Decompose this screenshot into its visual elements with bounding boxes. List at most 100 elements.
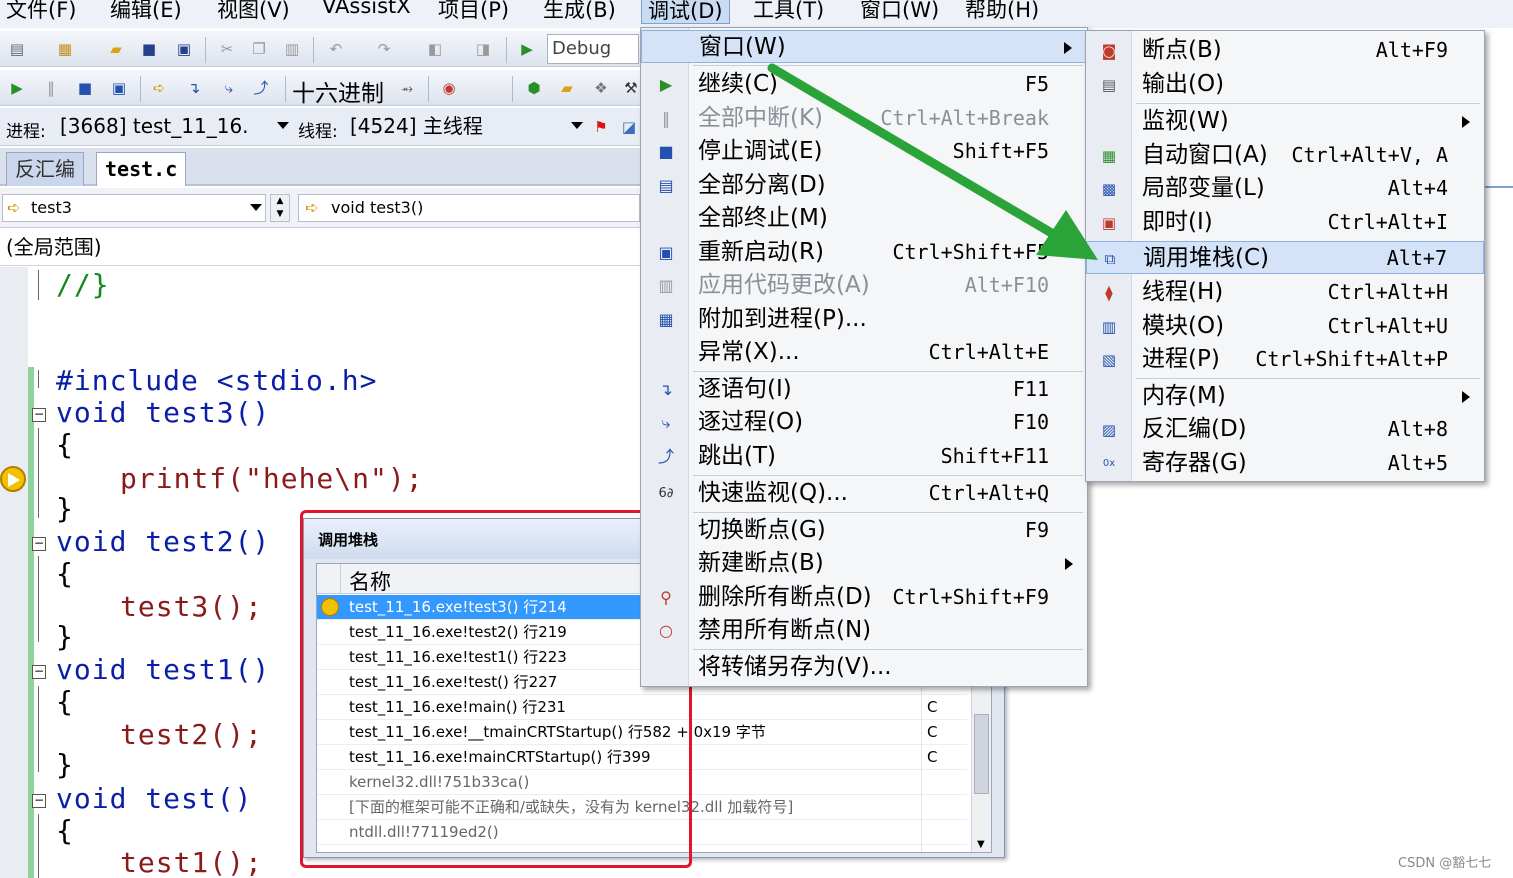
code-line: } <box>56 620 74 653</box>
window-menu-item-call-stack[interactable]: ⧉ 调用堆栈(C) Alt+7 <box>1086 241 1484 274</box>
window-menu-item-autos[interactable]: ▦ 自动窗口(A) Ctrl+Alt+V, A <box>1086 139 1484 172</box>
menu-help[interactable]: 帮助(H) <box>965 0 1039 24</box>
break-all-icon[interactable]: ‖ <box>42 79 60 97</box>
hex-display-button[interactable]: 十六进制 <box>292 74 384 108</box>
watch-icon[interactable]: ⬢ <box>525 79 543 97</box>
fold-toggle[interactable]: − <box>32 794 46 808</box>
scope-bar[interactable]: (全局范围) <box>0 230 640 266</box>
registers-icon: 0x <box>1102 458 1116 469</box>
menu-edit[interactable]: 编辑(E) <box>110 0 182 24</box>
code-line: void test1() <box>56 653 271 686</box>
code-line: { <box>56 814 74 847</box>
submenu-arrow-icon <box>1462 391 1470 403</box>
step-into-icon[interactable]: ↴ <box>185 79 203 97</box>
save-all-icon[interactable]: ▣ <box>175 40 193 58</box>
code-line: test3(); <box>120 590 263 623</box>
window-menu-item-modules[interactable]: ▥ 模块(O) Ctrl+Alt+U <box>1086 310 1484 343</box>
code-line: { <box>56 685 74 718</box>
menu-tools[interactable]: 工具(T) <box>753 0 824 24</box>
annotation-arrow <box>767 63 1098 260</box>
window-menu-item-watch[interactable]: 监视(W) <box>1086 105 1484 138</box>
process-combo[interactable]: [3668] test_11_16. <box>56 112 292 142</box>
debug-menu-item-step-out[interactable]: ⤴ 跳出(T) Shift+F11 <box>641 440 1087 473</box>
menu-build[interactable]: 生成(B) <box>543 0 616 24</box>
code-line: test1(); <box>120 846 263 878</box>
annotation-arrow-head <box>1036 210 1098 260</box>
save-icon[interactable]: ■ <box>140 40 158 58</box>
window-menu-item-output[interactable]: ▤ 输出(O) <box>1086 68 1484 101</box>
undo-icon[interactable]: ↶ <box>327 40 345 58</box>
member-combo[interactable]: ➪ void test3() <box>298 194 640 222</box>
code-line: test2(); <box>120 718 263 751</box>
navigate-icon[interactable]: ◧ <box>426 40 444 58</box>
tools-icon[interactable]: ⚒ <box>622 79 640 97</box>
add-item-icon[interactable]: ▦ <box>56 40 74 58</box>
debug-menu-item-apply-code-changes[interactable]: ▥ 应用代码更改(A) Alt+F10 <box>641 269 1087 302</box>
navigate-forward-icon[interactable]: ◨ <box>474 40 492 58</box>
window-menu-item-immediate[interactable]: ▣ 即时(I) Ctrl+Alt+I <box>1086 206 1484 239</box>
locals-icon[interactable]: ▰ <box>558 79 576 97</box>
toggle-breakpoint-icon[interactable]: ⥇ <box>398 79 416 97</box>
stop-icon: ■ <box>658 142 674 161</box>
step-into-icon: ↴ <box>659 380 673 399</box>
menu-view[interactable]: 视图(V) <box>217 0 290 24</box>
continue-icon[interactable]: ▶ <box>8 79 26 97</box>
debug-menu-item-disable-all-breakpoints[interactable]: ○ 禁用所有断点(N) <box>641 614 1087 647</box>
fold-toggle[interactable]: − <box>32 537 46 551</box>
window-menu-item-locals[interactable]: ▩ 局部变量(L) Alt+4 <box>1086 172 1484 205</box>
breakpoints-window-icon[interactable]: ◉ <box>440 79 458 97</box>
toolbar-separator <box>313 37 314 63</box>
code-line: { <box>56 557 74 590</box>
debug-menu-item-exceptions[interactable]: 异常(X)... Ctrl+Alt+E <box>641 336 1087 369</box>
step-out-icon[interactable]: ⤴ <box>252 79 270 97</box>
editor-gutter[interactable] <box>0 267 28 878</box>
show-next-statement-icon[interactable]: ➪ <box>150 79 168 97</box>
chevron-down-icon <box>277 122 289 129</box>
fold-toggle[interactable]: − <box>32 665 46 679</box>
thread-combo[interactable]: [4524] 主线程 <box>346 112 586 142</box>
threads-icon[interactable]: ❖ <box>592 79 610 97</box>
paste-icon[interactable]: ▥ <box>283 40 301 58</box>
scroll-down-icon[interactable]: ▼ <box>977 839 985 850</box>
menu-project[interactable]: 项目(P) <box>438 0 509 24</box>
tab-test-c[interactable]: test.c <box>96 152 187 186</box>
menu-window[interactable]: 窗口(W) <box>860 0 939 24</box>
debug-menu-item-attach-to-process[interactable]: ▦ 附加到进程(P)... <box>641 303 1087 336</box>
window-menu-item-threads[interactable]: ⧫ 线程(H) Ctrl+Alt+H <box>1086 276 1484 309</box>
window-menu-item-registers[interactable]: 0x 寄存器(G) Alt+5 <box>1086 447 1484 480</box>
window-menu-item-processes[interactable]: ▧ 进程(P) Ctrl+Shift+Alt+P <box>1086 343 1484 376</box>
splitter-spin[interactable]: ▲ ▼ <box>270 194 290 222</box>
thread-switch-icon[interactable]: ◪ <box>620 118 638 136</box>
window-menu-item-breakpoints[interactable]: ◙ 断点(B) Alt+F9 <box>1086 34 1484 67</box>
debug-menu-item-window[interactable]: 窗口(W) <box>641 30 1087 63</box>
solution-config-combo[interactable]: Debug <box>547 34 639 64</box>
window-menu-item-memory[interactable]: 内存(M) <box>1086 380 1484 413</box>
fold-toggle[interactable]: − <box>32 408 46 422</box>
debug-menu-item-toggle-breakpoint[interactable]: 切换断点(G) F9 <box>641 514 1087 547</box>
open-folder-icon[interactable]: ▰ <box>107 40 125 58</box>
redo-icon[interactable]: ↷ <box>375 40 393 58</box>
restart-icon[interactable]: ▣ <box>110 79 128 97</box>
debug-menu-item-step-into[interactable]: ↴ 逐语句(I) F11 <box>641 373 1087 406</box>
flag-icon[interactable]: ⚑ <box>592 118 610 136</box>
debug-menu-item-delete-all-breakpoints[interactable]: ⚲ 删除所有断点(D) Ctrl+Shift+F9 <box>641 581 1087 614</box>
step-over-icon[interactable]: ⤷ <box>220 79 238 97</box>
debug-menu-item-step-over[interactable]: ⤷ 逐过程(O) F10 <box>641 406 1087 439</box>
start-debug-icon[interactable]: ▶ <box>518 40 536 58</box>
menu-vassistx[interactable]: VAssistX <box>322 0 411 18</box>
toolbar-separator <box>205 37 206 63</box>
window-menu-item-disassembly[interactable]: ▨ 反汇编(D) Alt+8 <box>1086 413 1484 446</box>
toolbar-separator <box>512 76 513 102</box>
debug-menu-item-save-dump[interactable]: 将转储另存为(V)... <box>641 651 1087 684</box>
menu-debug[interactable]: 调试(D) <box>641 0 730 24</box>
tab-disassembly[interactable]: 反汇编 <box>6 152 84 186</box>
stop-icon[interactable]: ■ <box>76 79 94 97</box>
copy-icon[interactable]: ❐ <box>250 40 268 58</box>
cut-icon[interactable]: ✂ <box>218 40 236 58</box>
debug-menu-item-quick-watch[interactable]: 6∂ 快速监视(Q)... Ctrl+Alt+Q <box>641 477 1087 510</box>
new-project-icon[interactable]: ▤ <box>8 40 26 58</box>
standard-toolbar: ▤ ▦ ▰ ■ ▣ ✂ ❐ ▥ ↶ ↷ ◧ ◨ ▶ <box>0 31 640 67</box>
menu-file[interactable]: 文件(F) <box>6 0 76 24</box>
debug-menu-item-new-breakpoint[interactable]: 新建断点(B) <box>641 547 1087 580</box>
class-combo[interactable]: ➪ test3 <box>2 194 266 222</box>
